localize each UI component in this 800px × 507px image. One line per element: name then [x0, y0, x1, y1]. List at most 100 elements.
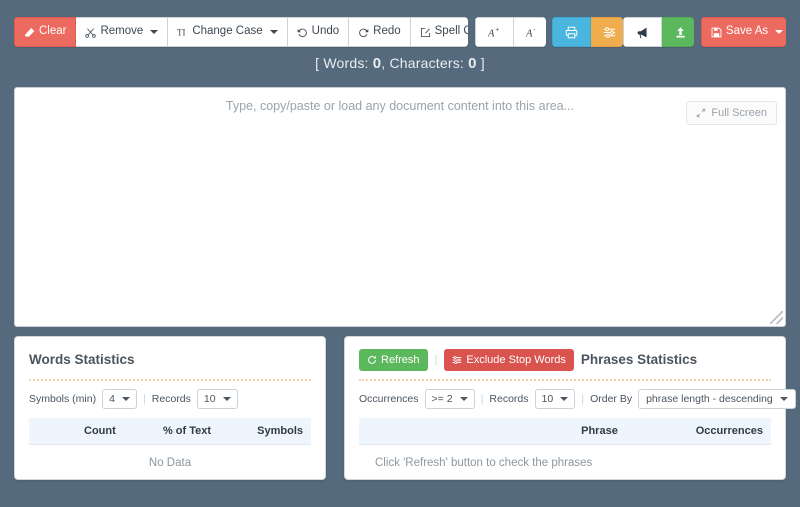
sliders-icon — [603, 26, 616, 39]
exclude-stop-words-label: Exclude Stop Words — [466, 353, 566, 366]
order-by-value: phrase length - descending — [646, 393, 773, 405]
occurrences-select[interactable]: >= 2 — [424, 389, 475, 409]
occurrences-label: Occurrences — [359, 393, 419, 405]
words-col-blank — [29, 418, 53, 445]
words-records-select[interactable]: 10 — [196, 389, 238, 409]
save-as-button-label: Save As — [725, 25, 769, 38]
change-case-button-label: Change Case — [192, 25, 263, 38]
phrases-table-container: Phrase Occurrences Click 'Refresh' butto… — [345, 418, 785, 481]
share-button-group — [623, 17, 695, 47]
words-col-percent[interactable]: % of Text — [123, 418, 220, 445]
words-table-container: Count % of Text Symbols No Data — [15, 418, 325, 481]
font-decrease-icon: A- — [526, 26, 539, 38]
document-editor[interactable]: Type, copy/paste or load any document co… — [14, 87, 786, 327]
words-statistics-table: Count % of Text Symbols No Data — [29, 418, 311, 481]
undo-icon — [297, 27, 308, 38]
editor-resize-handle[interactable] — [770, 311, 783, 324]
words-statistics-panel: Words Statistics Symbols (min) 4 | Recor… — [14, 336, 326, 480]
pencil-square-icon — [420, 27, 431, 38]
phrases-col-blank — [359, 418, 387, 445]
refresh-icon — [367, 355, 377, 365]
phrases-control-separator-2: | — [581, 393, 585, 405]
phrases-records-value: 10 — [541, 393, 554, 405]
words-table-body: No Data — [29, 445, 311, 482]
font-increase-button[interactable]: A + — [474, 17, 514, 47]
main-toolbar: Clear Remove TI Change Case Undo Redo Sp… — [14, 17, 787, 47]
eraser-icon — [24, 27, 35, 38]
words-panel-controls: Symbols (min) 4 | Records 10 — [15, 381, 325, 409]
svg-text:A: A — [488, 28, 495, 38]
phrases-col-occurrences[interactable]: Occurrences — [625, 418, 771, 445]
svg-text:TI: TI — [177, 27, 185, 37]
symbols-min-select[interactable]: 4 — [102, 389, 137, 409]
output-button-group — [552, 17, 624, 47]
redo-icon — [358, 27, 369, 38]
edit-button-group: Clear Remove TI Change Case Undo Redo Sp… — [14, 17, 469, 47]
phrases-records-label: Records — [489, 393, 529, 405]
phrases-table-head: Phrase Occurrences — [359, 418, 771, 445]
phrases-table-empty-row: Click 'Refresh' button to check the phra… — [359, 445, 771, 482]
chevron-down-icon — [150, 30, 159, 34]
words-count-value: 0 — [372, 55, 382, 72]
upload-icon — [674, 26, 687, 39]
full-screen-button[interactable]: Full Screen — [686, 101, 777, 125]
upload-button[interactable] — [662, 17, 695, 47]
scissors-icon — [85, 27, 97, 38]
phrases-statistics-panel: Refresh | Exclude Stop Words Phrases Sta… — [344, 336, 796, 481]
words-col-count[interactable]: Count — [52, 418, 124, 445]
spell-check-button-label: Spell Check — [434, 25, 469, 38]
phrases-col-phrase[interactable]: Phrase — [386, 418, 626, 445]
words-table-empty-row: No Data — [29, 445, 311, 482]
phrases-panel-controls: Occurrences >= 2 | Records 10 | Order By… — [345, 381, 796, 409]
format-button[interactable] — [591, 17, 624, 47]
words-table-head: Count % of Text Symbols — [29, 418, 311, 445]
undo-button[interactable]: Undo — [287, 17, 350, 47]
print-button[interactable] — [552, 17, 592, 47]
font-decrease-button[interactable]: A- — [513, 17, 546, 47]
megaphone-icon — [636, 26, 649, 39]
save-as-button[interactable]: Save As — [700, 17, 787, 47]
phrases-statistics-table: Phrase Occurrences Click 'Refresh' butto… — [359, 418, 771, 481]
remove-button[interactable]: Remove — [76, 17, 169, 47]
redo-button[interactable]: Redo — [349, 17, 411, 47]
phrases-records-select[interactable]: 10 — [534, 389, 576, 409]
refresh-button[interactable]: Refresh — [359, 348, 428, 371]
remove-button-label: Remove — [100, 25, 144, 38]
order-by-select[interactable]: phrase length - descending — [638, 389, 796, 409]
refresh-button-label: Refresh — [381, 353, 420, 366]
occurrences-value: >= 2 — [431, 393, 453, 405]
change-case-button[interactable]: TI Change Case — [168, 17, 288, 47]
chevron-down-icon — [779, 397, 788, 401]
phrases-panel-header: Refresh | Exclude Stop Words Phrases Sta… — [345, 337, 785, 371]
spell-check-button[interactable]: Spell Check — [410, 17, 469, 47]
phrases-table-header-row: Phrase Occurrences — [359, 418, 771, 445]
chevron-down-icon — [269, 30, 278, 34]
undo-button-label: Undo — [311, 25, 340, 38]
words-records-value: 10 — [203, 393, 216, 405]
chevron-down-icon — [121, 397, 130, 401]
full-screen-label: Full Screen — [711, 107, 767, 119]
chevron-down-icon — [560, 397, 569, 401]
phrases-button-separator: | — [434, 353, 438, 366]
svg-text:A: A — [526, 28, 533, 38]
symbols-min-label: Symbols (min) — [29, 393, 97, 405]
clear-button[interactable]: Clear — [14, 17, 77, 47]
characters-label: Characters: — [389, 55, 469, 71]
chevron-down-icon — [222, 397, 231, 401]
announce-button[interactable] — [623, 17, 663, 47]
phrases-panel-title: Phrases Statistics — [580, 352, 698, 367]
words-records-label: Records — [151, 393, 191, 405]
words-panel-header: Words Statistics — [15, 337, 325, 370]
font-size-button-group: A + A- — [474, 17, 546, 47]
editor-placeholder: Type, copy/paste or load any document co… — [225, 99, 575, 113]
phrases-empty-message: Click 'Refresh' button to check the phra… — [375, 457, 593, 469]
expand-arrows-icon — [696, 108, 706, 118]
characters-count-value: 0 — [468, 55, 477, 72]
words-col-symbols[interactable]: Symbols — [219, 418, 311, 445]
exclude-stop-words-button[interactable]: Exclude Stop Words — [444, 348, 574, 371]
phrases-table-body: Click 'Refresh' button to check the phra… — [359, 445, 771, 482]
symbols-min-value: 4 — [109, 393, 115, 405]
font-increase-icon: A + — [488, 26, 501, 38]
words-label: Words: — [323, 55, 373, 71]
word-character-counter: [ Words: 0, Characters: 0 ] — [0, 55, 800, 72]
